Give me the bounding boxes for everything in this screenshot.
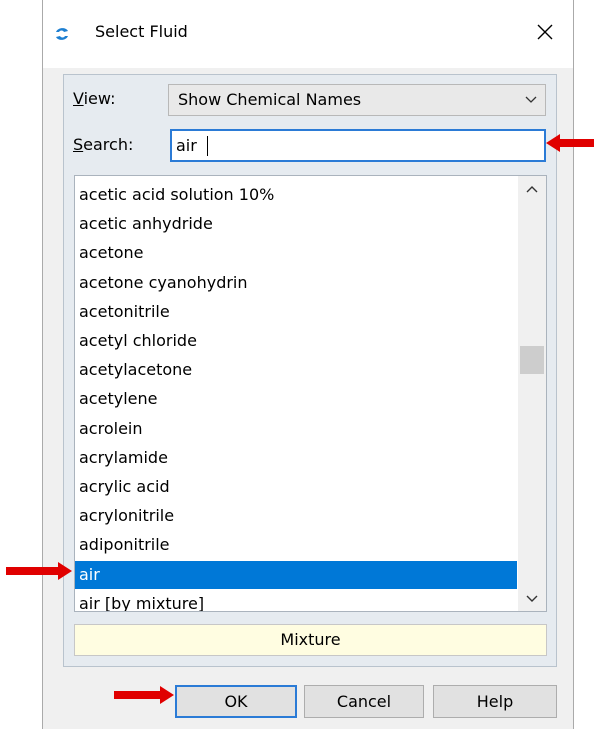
mixture-button[interactable]: Mixture: [74, 624, 547, 656]
cancel-button[interactable]: Cancel: [304, 685, 424, 718]
help-button[interactable]: Help: [433, 685, 557, 718]
list-item[interactable]: air: [75, 560, 517, 589]
search-input[interactable]: [170, 129, 546, 162]
title-bar: Select Fluid: [43, 0, 573, 68]
close-button[interactable]: [531, 18, 559, 46]
fluid-list[interactable]: acetic acid solution 10% acetic anhydride…: [74, 175, 547, 612]
list-item[interactable]: acetyl chloride: [75, 327, 517, 355]
list-item[interactable]: acrylic acid: [75, 473, 517, 501]
ok-button[interactable]: OK: [175, 685, 297, 718]
view-dropdown-value: Show Chemical Names: [178, 90, 362, 109]
list-item[interactable]: acetic acid solution 10%: [75, 181, 517, 209]
select-fluid-dialog: Select Fluid View: Show Chemical Names S…: [42, 0, 574, 729]
close-icon: [537, 24, 553, 40]
window-title: Select Fluid: [95, 22, 188, 41]
list-item[interactable]: adiponitrile: [75, 531, 517, 559]
view-dropdown[interactable]: Show Chemical Names: [168, 84, 546, 116]
list-item[interactable]: acrolein: [75, 415, 517, 443]
list-item[interactable]: acetone cyanohydrin: [75, 269, 517, 297]
list-item[interactable]: acetonitrile: [75, 298, 517, 326]
red-arrow-icon: [6, 562, 72, 580]
search-label: Search:: [73, 135, 134, 154]
list-item[interactable]: acrylamide: [75, 444, 517, 472]
list-item[interactable]: acrylonitrile: [75, 502, 517, 530]
list-item[interactable]: acetone: [75, 239, 517, 267]
chevron-down-icon: [525, 96, 537, 103]
fluid-selection-panel: View: Show Chemical Names Search: acetic…: [63, 74, 557, 667]
list-item[interactable]: acetic anhydride: [75, 210, 517, 238]
list-item[interactable]: air [by mixture]: [75, 590, 517, 611]
scroll-up-icon[interactable]: [526, 185, 538, 195]
red-arrow-icon: [114, 686, 174, 704]
scroll-thumb[interactable]: [520, 346, 544, 374]
list-scrollbar[interactable]: [518, 176, 546, 611]
text-caret: [207, 136, 208, 156]
scroll-down-icon[interactable]: [526, 594, 538, 604]
red-arrow-icon: [546, 134, 594, 152]
app-icon: [56, 28, 68, 40]
view-label: View:: [73, 89, 116, 108]
list-item[interactable]: acetylene: [75, 385, 517, 413]
list-item[interactable]: acetylacetone: [75, 356, 517, 384]
